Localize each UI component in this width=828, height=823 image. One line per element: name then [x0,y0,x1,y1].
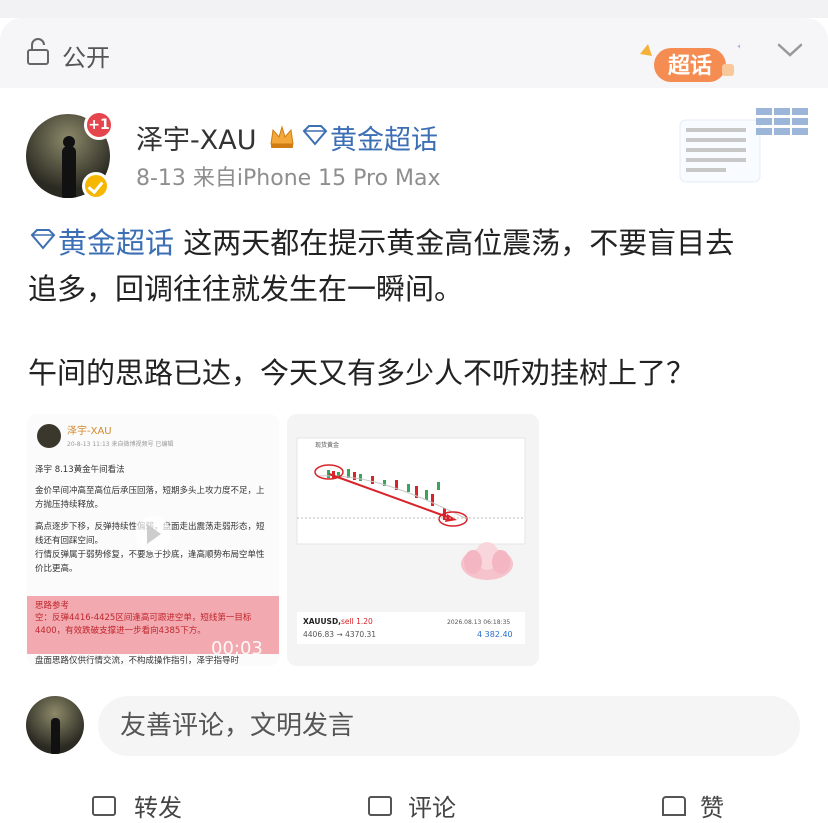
verified-badge [82,172,110,200]
lock-icon [27,38,49,65]
like-icon[interactable] [662,796,686,816]
crown-icon [270,125,294,148]
img1-footer: 盘面思路仅供行情交流，不构成操作指引，泽宇指导时 [35,655,240,666]
chaohua-badge-icon[interactable]: 超话 ✦ [636,40,740,86]
img2-profit: 4 382.40 [477,630,513,639]
img1-title: 泽宇 8.13黄金午间看法 [35,464,125,475]
img2-header: 现货黄金 [315,441,339,449]
my-avatar[interactable] [26,696,84,754]
topic-link[interactable]: 黄金超话 [58,226,174,260]
fan-card-decoration [679,108,808,183]
img1-para-1: 金价早间冲高至高位后承压回落，短期多头上攻力度不足，上方抛压持续释放。 [35,486,265,510]
img2-action: sell 1.20 [341,617,373,626]
img2-symbol: XAUUSD, [303,617,341,626]
img1-box-title: 思路参考 [35,600,69,611]
post-image-2[interactable]: 现货黄金 XAUUSD, sell 1.20 2026.08.13 06:18:… [287,414,539,666]
img2-datetime: 2026.08.13 06:18:35 [447,619,510,626]
diamond-icon [302,125,328,146]
top-strip [0,0,828,18]
comment-icon[interactable] [368,796,392,816]
post-meta: 8-13 来自iPhone 15 Pro Max [136,166,441,191]
post-line-3: 午间的思路已达，今天又有多少人不听劝挂树上了？ [28,356,696,390]
repost-icon[interactable] [92,796,116,816]
repost-button[interactable]: 转发 [134,788,182,823]
notification-badge: +1 [84,110,114,140]
post-image-1[interactable]: 泽宇-XAU 20-8-13 11:13 来自微博视频号 已编辑 泽宇 8.13… [27,414,279,666]
comment-button[interactable]: 评论 [408,788,456,823]
img2-prices: 4406.83 → 4370.31 [303,630,376,639]
chevron-down-icon[interactable] [776,40,804,60]
post-line-1-text: 这两天都在提示黄金高位震荡，不要盲目去 [174,226,735,260]
author-name[interactable]: 泽宇-XAU [136,118,256,157]
img1-author: 泽宇-XAU [67,424,112,437]
topic-diamond-icon [30,229,56,250]
img1-box-text: 空：反弹4416-4425区间逢高可跟进空单，短线第一目标4400，有效跌破支撑… [35,613,252,636]
trade-chart-screenshot: 现货黄金 XAUUSD, sell 1.20 2026.08.13 06:18:… [287,414,539,666]
visibility-label[interactable]: 公开 [62,38,110,73]
like-button[interactable]: 赞 [700,788,724,823]
comment-input[interactable]: 友善评论，文明发言 [98,696,800,756]
post-line-1: 黄金超话 这两天都在提示黄金高位震荡，不要盲目去 [58,220,734,262]
header-topic-link[interactable]: 黄金超话 [330,118,438,157]
video-thumbnail: 泽宇-XAU 20-8-13 11:13 来自微博视频号 已编辑 泽宇 8.13… [27,414,279,666]
svg-text:✦: ✦ [736,42,740,53]
post-line-2: 追多，回调往往就发生在一瞬间。 [28,272,464,306]
video-duration: 00:03 [211,638,263,659]
chaohua-badge-label: 超话 [668,54,712,79]
img1-meta: 20-8-13 11:13 来自微博视频号 已编辑 [67,440,173,448]
img1-para-3: 行情反弹属于弱势修复，不要急于抄底，逢高顺势布局空单性价比更高。 [35,550,265,574]
